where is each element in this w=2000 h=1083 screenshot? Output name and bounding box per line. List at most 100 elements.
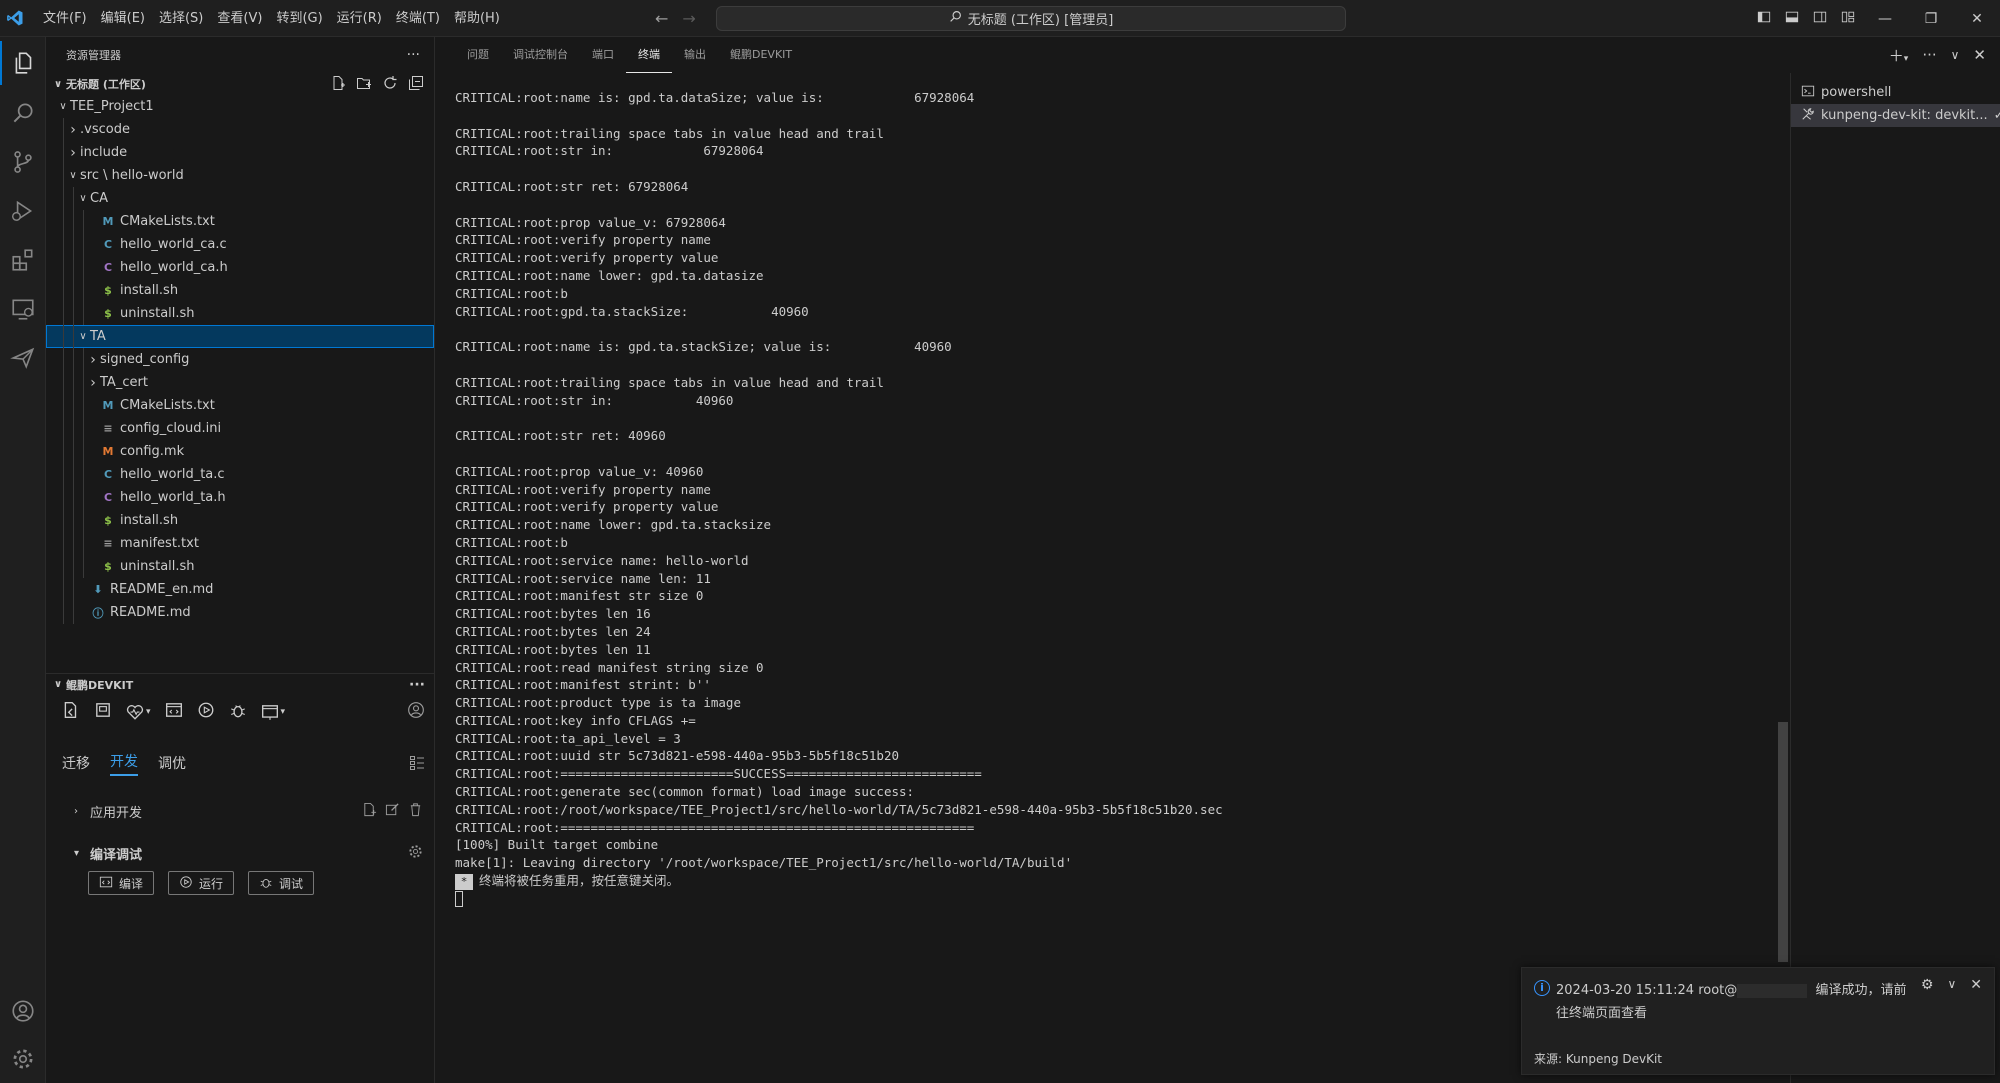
tree-item[interactable]: › .vscode — [46, 118, 434, 141]
notification-settings-gear-icon[interactable]: ⚙ — [1921, 977, 1934, 993]
tree-item[interactable]: M CMakeLists.txt — [46, 210, 434, 233]
tree-item[interactable]: ⬇ README_en.md — [46, 578, 434, 601]
menu-file[interactable]: 文件(F) — [36, 0, 94, 37]
extensions-icon[interactable] — [0, 238, 46, 282]
tab-migration[interactable]: 迁移 — [62, 753, 90, 773]
forward-arrow-icon[interactable]: → — [682, 9, 695, 28]
refresh-icon[interactable] — [382, 75, 398, 94]
tree-item[interactable]: ∨ CA — [46, 187, 434, 210]
tab-debug-console[interactable]: 调试控制台 — [501, 37, 580, 73]
run-debug-icon[interactable] — [0, 189, 46, 233]
toggle-panel-icon[interactable] — [1778, 10, 1806, 28]
chevron-right-icon: › — [70, 144, 76, 161]
terminal-line: CRITICAL:root:verify property name — [455, 481, 711, 497]
tree-item[interactable]: $ uninstall.sh — [46, 555, 434, 578]
tab-ports[interactable]: 端口 — [580, 37, 626, 73]
terminal-item-devkit[interactable]: kunpeng-dev-kit: devkit... ✓ — [1791, 104, 2000, 127]
devkit-section-app-dev[interactable]: › 应用开发 — [46, 795, 435, 827]
terminal-scrollbar[interactable] — [1778, 722, 1788, 962]
accounts-icon[interactable] — [0, 989, 46, 1033]
new-terminal-icon[interactable]: ＋▾ — [1889, 45, 1909, 66]
tree-item[interactable]: › signed_config — [46, 348, 434, 371]
tab-terminal[interactable]: 终端 — [626, 37, 672, 73]
tree-item[interactable]: ⓘ README.md — [46, 601, 434, 624]
menu-view[interactable]: 查看(V) — [210, 0, 269, 37]
source-control-icon[interactable] — [0, 140, 46, 184]
notification-collapse-icon[interactable]: ∨ — [1947, 977, 1956, 993]
manage-gear-icon[interactable] — [0, 1037, 46, 1081]
deploy-icon[interactable]: ▾ — [261, 703, 285, 721]
edit-icon[interactable] — [385, 802, 400, 821]
restore-icon[interactable]: ❐ — [1908, 11, 1954, 27]
close-panel-icon[interactable]: ✕ — [1973, 46, 1986, 64]
new-file-icon[interactable] — [330, 75, 346, 94]
more-actions-icon[interactable]: ··· — [409, 677, 425, 693]
menu-edit[interactable]: 编辑(E) — [94, 0, 152, 37]
new-folder-icon[interactable] — [356, 75, 372, 94]
collapse-all-icon[interactable] — [408, 75, 424, 94]
more-actions-icon[interactable]: ··· — [407, 47, 420, 63]
toggle-secondary-sidebar-icon[interactable] — [1806, 10, 1834, 28]
notification-close-icon[interactable]: ✕ — [1970, 977, 1982, 993]
menu-terminal[interactable]: 终端(T) — [389, 0, 447, 37]
menu-run[interactable]: 运行(R) — [330, 0, 389, 37]
menu-go[interactable]: 转到(G) — [269, 0, 329, 37]
list-view-icon[interactable] — [409, 755, 425, 775]
maximize-panel-icon[interactable]: ∨ — [1951, 48, 1960, 62]
new-file-icon[interactable] — [362, 802, 377, 821]
kunpeng-devkit-icon[interactable] — [0, 336, 46, 380]
settings-gear-icon[interactable] — [408, 844, 423, 863]
menu-help[interactable]: 帮助(H) — [447, 0, 507, 37]
tree-item[interactable]: Chello_world_ca.c — [46, 233, 434, 256]
tab-output[interactable]: 输出 — [672, 37, 718, 73]
tree-item[interactable]: $ install.sh — [46, 509, 434, 532]
devkit-section-header[interactable]: ∨ 鲲鹏DEVKIT ··· — [46, 673, 435, 695]
tab-tuning[interactable]: 调优 — [158, 753, 186, 773]
tab-development[interactable]: 开发 — [110, 751, 138, 776]
debug-bug-icon[interactable] — [229, 701, 247, 723]
tree-item[interactable]: M CMakeLists.txt — [46, 394, 434, 417]
run-circle-icon[interactable] — [197, 701, 215, 723]
tree-item[interactable]: Chello_world_ca.h — [46, 256, 434, 279]
minimize-icon[interactable]: — — [1862, 11, 1908, 27]
menu-selection[interactable]: 选择(S) — [152, 0, 210, 37]
search-icon[interactable] — [0, 91, 46, 135]
more-actions-icon[interactable]: ··· — [1922, 46, 1936, 64]
run-button[interactable]: 运行 — [168, 871, 235, 895]
devkit-actions: ··· — [409, 674, 425, 696]
command-center[interactable]: 无标题 (工作区) [管理员] — [716, 6, 1346, 31]
terminal-item-powershell[interactable]: powershell — [1791, 81, 2000, 104]
tab-problems[interactable]: 问题 — [455, 37, 501, 73]
tree-item[interactable]: Chello_world_ta.c — [46, 463, 434, 486]
trash-icon[interactable] — [408, 802, 423, 821]
tree-item[interactable]: ∨ TEE_Project1 — [46, 95, 434, 118]
tree-item[interactable]: › include — [46, 141, 434, 164]
tree-item[interactable]: $ install.sh — [46, 279, 434, 302]
tree-item[interactable]: ≡ manifest.txt — [46, 532, 434, 555]
health-check-icon[interactable]: ▾ — [126, 703, 151, 721]
customize-layout-icon[interactable] — [1834, 10, 1862, 28]
tree-item[interactable]: › TA_cert — [46, 371, 434, 394]
remote-explorer-icon[interactable] — [0, 287, 46, 331]
tree-item[interactable]: $ uninstall.sh — [46, 302, 434, 325]
debug-button[interactable]: 调试 — [248, 871, 315, 895]
devkit-section-compile-debug[interactable]: ▾ 编译调试 — [46, 837, 435, 869]
explorer-icon[interactable] — [0, 41, 46, 85]
close-window-icon[interactable]: ✕ — [1954, 11, 2000, 27]
compile-button[interactable]: 编译 — [88, 871, 155, 895]
tab-kunpeng-devkit[interactable]: 鲲鹏DEVKIT — [718, 37, 804, 73]
tree-item[interactable]: ≡ config_cloud.ini — [46, 417, 434, 440]
workspace-section-header[interactable]: ∨ 无标题 (工作区) — [46, 73, 434, 95]
tree-item[interactable]: Chello_world_ta.h — [46, 486, 434, 509]
code-view-icon[interactable] — [165, 701, 183, 723]
terminal-panel: 问题 调试控制台 端口 终端 输出 鲲鹏DEVKIT ＋▾ ··· ∨ ✕ CR… — [435, 37, 2000, 1083]
toggle-primary-sidebar-icon[interactable] — [1750, 10, 1778, 28]
tree-item[interactable]: Mconfig.mk — [46, 440, 434, 463]
account-icon[interactable] — [407, 701, 425, 723]
back-arrow-icon[interactable]: ← — [655, 9, 668, 28]
tree-item[interactable]: ∨ TA — [46, 325, 434, 348]
open-project-icon[interactable] — [94, 701, 112, 723]
terminal-output[interactable]: CRITICAL:root:name is: gpd.ta.dataSize; … — [455, 89, 1775, 908]
new-project-icon[interactable] — [62, 701, 80, 723]
tree-item[interactable]: ∨ src \ hello-world — [46, 164, 434, 187]
